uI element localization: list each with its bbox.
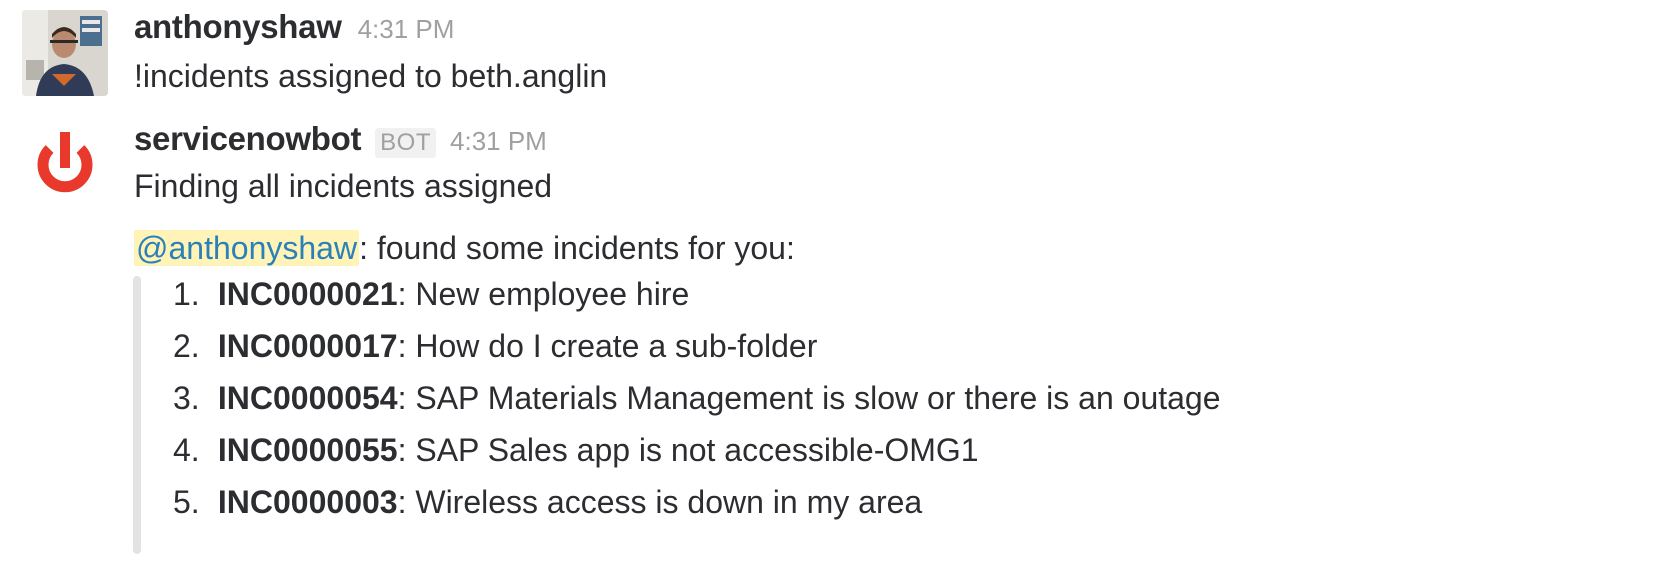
incident-id: INC0000003 (217, 484, 398, 520)
list-number: 2. (173, 328, 200, 364)
found-incidents-message: @anthonyshaw: found some incidents for y… (134, 230, 795, 267)
incident-id: INC0000017 (217, 328, 398, 364)
author-name[interactable]: servicenowbot (134, 120, 361, 158)
incident-description: : SAP Sales app is not accessible-OMG1 (397, 432, 979, 468)
list-item: 3. INC0000054: SAP Materials Management … (173, 372, 1221, 424)
user-photo-avatar[interactable] (22, 10, 108, 96)
list-number: 5. (173, 484, 200, 520)
list-item: 4. INC0000055: SAP Sales app is not acce… (173, 424, 1221, 476)
incident-list: 1. INC0000021: New employee hire 2. INC0… (173, 268, 1221, 528)
incident-attachment: 1. INC0000021: New employee hire 2. INC0… (133, 268, 1333, 558)
message-timestamp[interactable]: 4:31 PM (450, 126, 547, 157)
message-timestamp[interactable]: 4:31 PM (358, 14, 455, 45)
list-item: 1. INC0000021: New employee hire (173, 268, 1221, 320)
power-icon[interactable] (22, 122, 108, 208)
incident-description: : SAP Materials Management is slow or th… (397, 380, 1221, 416)
user-mention[interactable]: @anthonyshaw (134, 230, 360, 266)
message-text: !incidents assigned to beth.anglin (134, 58, 608, 94)
message-text: Finding all incidents assigned (134, 168, 553, 204)
author-name[interactable]: anthonyshaw (134, 8, 342, 46)
list-number: 1. (173, 276, 200, 312)
list-number: 4. (173, 432, 200, 468)
incident-description: : New employee hire (397, 276, 690, 312)
incident-description: : How do I create a sub-folder (397, 328, 818, 364)
found-incidents-text: : found some incidents for you: (359, 230, 795, 266)
message-header: servicenowbot BOT 4:31 PM (134, 120, 547, 158)
list-item: 5. INC0000003: Wireless access is down i… (173, 476, 1221, 528)
message-anthonyshaw: anthonyshaw 4:31 PM !incidents assigned … (0, 0, 1662, 108)
list-item: 2. INC0000017: How do I create a sub-fol… (173, 320, 1221, 372)
bot-badge: BOT (375, 128, 437, 158)
list-number: 3. (173, 380, 200, 416)
incident-id: INC0000054 (217, 380, 398, 416)
attachment-border (133, 276, 141, 554)
message-servicenowbot: servicenowbot BOT 4:31 PM Finding all in… (0, 108, 1662, 563)
incident-id: INC0000021 (217, 276, 398, 312)
incident-id: INC0000055 (217, 432, 398, 468)
incident-description: : Wireless access is down in my area (397, 484, 923, 520)
message-header: anthonyshaw 4:31 PM (134, 8, 454, 46)
